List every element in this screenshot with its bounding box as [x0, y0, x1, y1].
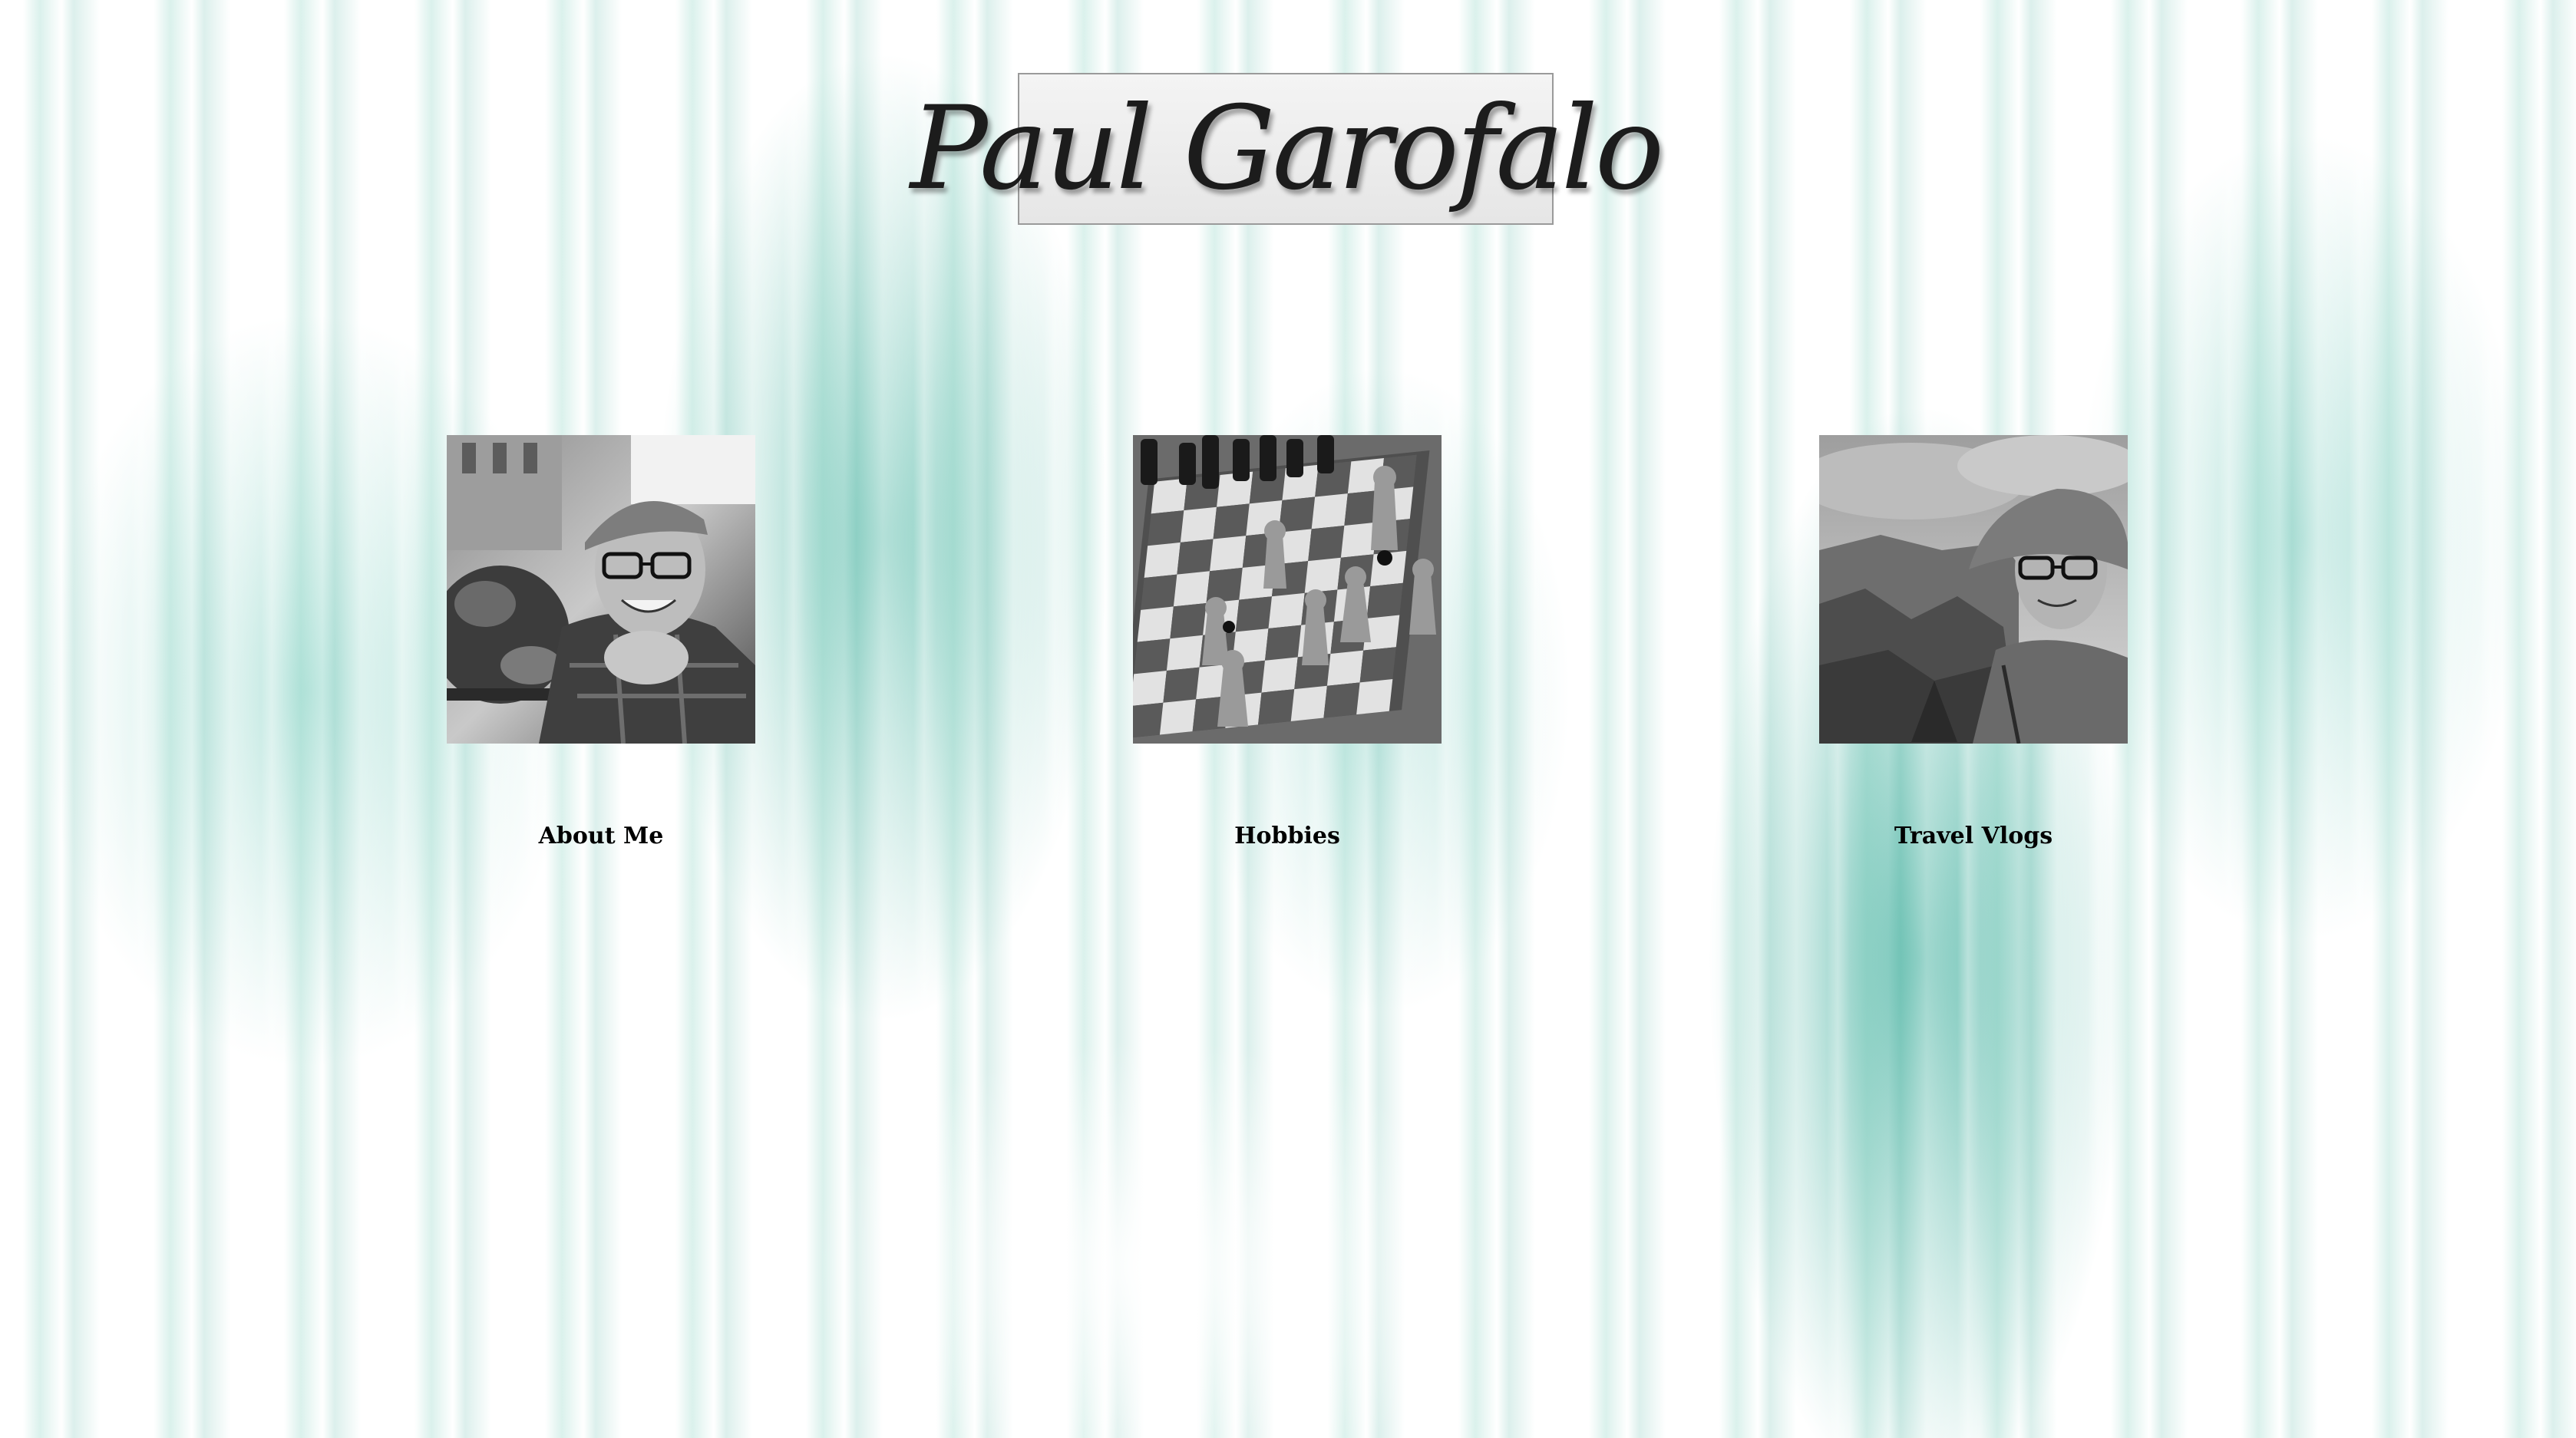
chess-square	[1148, 510, 1184, 546]
chess-square	[1290, 685, 1327, 721]
hobbies-label[interactable]: Hobbies	[1056, 823, 1518, 849]
chess-square	[1213, 503, 1250, 539]
site-logo-text: Paul Garofalo	[910, 82, 1664, 216]
chess-square	[1268, 592, 1305, 629]
chess-square	[1326, 650, 1364, 686]
chess-square	[1141, 574, 1177, 610]
chess-square	[1304, 557, 1341, 593]
chess-square	[1366, 582, 1403, 618]
chess-square	[1261, 657, 1298, 693]
chess-square	[1311, 493, 1348, 529]
travel-vlogs-label[interactable]: Travel Vlogs	[1742, 823, 2204, 849]
chess-square	[1359, 647, 1396, 683]
chess-square	[1235, 596, 1272, 632]
chess-square	[1134, 638, 1171, 674]
chess-square	[1264, 625, 1302, 661]
nav-card-travel-vlogs[interactable]: Travel Vlogs	[1819, 435, 2128, 849]
nav-card-hobbies[interactable]: Hobbies	[1133, 435, 1442, 849]
chess-square	[1166, 635, 1204, 671]
chess-square	[1177, 539, 1214, 575]
chess-square	[1170, 603, 1207, 639]
site-logo[interactable]: Paul Garofalo	[910, 73, 1664, 225]
chess-square	[1258, 689, 1295, 725]
chess-square	[1308, 525, 1345, 562]
about-me-photo[interactable]	[447, 435, 755, 744]
hobbies-photo[interactable]	[1133, 435, 1442, 744]
chess-square	[1133, 702, 1164, 738]
chess-square	[1173, 571, 1210, 607]
about-me-label[interactable]: About Me	[370, 823, 832, 849]
chess-square	[1180, 506, 1217, 543]
nav-card-about-me[interactable]: About Me	[447, 435, 755, 849]
chess-square	[1133, 670, 1167, 707]
background-highlight	[806, 1036, 1497, 1438]
travel-vlogs-photo[interactable]	[1819, 435, 2128, 744]
chess-square	[1144, 542, 1181, 579]
chess-square	[1356, 679, 1393, 715]
chess-square	[1159, 699, 1197, 735]
chess-square	[1163, 667, 1200, 703]
chess-square	[1323, 682, 1360, 718]
chess-square	[1137, 606, 1174, 642]
chess-square	[1210, 536, 1247, 572]
